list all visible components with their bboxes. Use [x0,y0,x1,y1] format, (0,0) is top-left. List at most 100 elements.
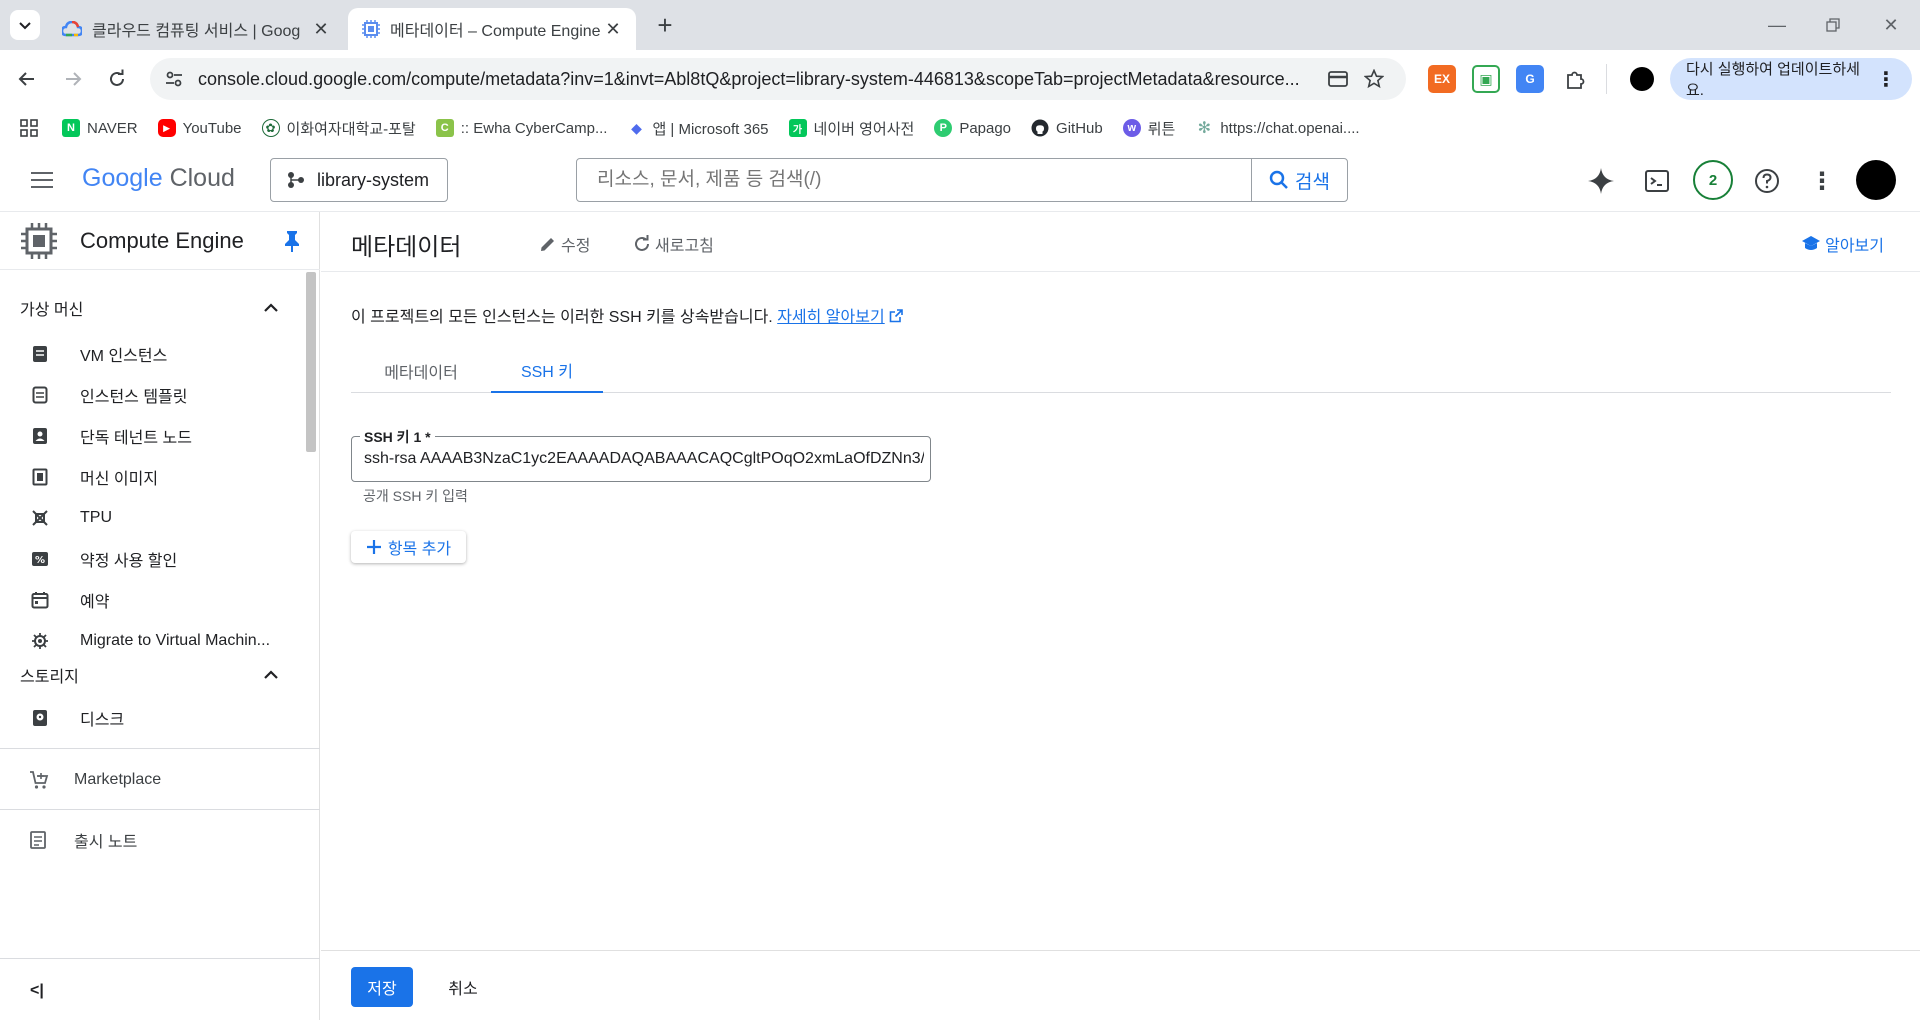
refresh-button[interactable]: 새로고침 [633,232,714,256]
update-button[interactable]: 다시 실행하여 업데이트하세요. ⋮ [1670,58,1912,100]
restore-icon[interactable] [1818,10,1848,40]
extension-translate-icon[interactable]: G [1516,65,1544,93]
sidebar-item-instance-templates[interactable]: 인스턴스 템플릿 [0,375,300,415]
learn-more-label: 자세히 알아보기 [777,309,885,326]
arrow-right-icon [66,72,82,86]
forward-button[interactable] [56,62,90,96]
sidebar-item-disks[interactable]: 디스크 [0,698,300,738]
sidebar-item-marketplace[interactable]: Marketplace [0,755,320,805]
edit-button[interactable]: 수정 [539,232,590,256]
search-input[interactable] [577,159,1251,201]
tab-ssh-keys[interactable]: SSH 키 [491,349,603,393]
learn-more-link[interactable]: 자세히 알아보기 [777,309,885,326]
profile-avatar[interactable] [1630,67,1654,91]
bookmark-youtube[interactable]: ▶ YouTube [157,119,242,137]
logo-google: Google [82,164,163,192]
refresh-icon [635,235,649,251]
bookmark-label: :: Ewha CyberCamp... [460,119,608,137]
sidebar-item-machine-images[interactable]: 머신 이미지 [0,457,300,497]
address-bar[interactable]: console.cloud.google.com/compute/metadat… [150,58,1406,100]
section-storage[interactable]: 스토리지 [20,663,278,687]
new-tab-button[interactable]: + [650,10,680,40]
sidebar-item-release-notes[interactable]: 출시 노트 [0,815,320,865]
sidebar-item-label: 머신 이미지 [80,471,159,488]
tpu-icon [30,508,50,528]
close-icon[interactable]: ✕ [312,19,330,40]
apps-grid-icon [20,119,38,137]
more-vert-icon[interactable]: ⋮ [1803,162,1841,200]
bookmark-label: NAVER [87,119,138,137]
bookmark-papago[interactable]: P Papago [934,119,1011,137]
sidebar-item-sole-tenant-nodes[interactable]: 단독 테넌트 노드 [0,416,300,456]
page-title: 메타데이터 [351,234,462,261]
tab-list-button[interactable] [10,10,40,40]
pin-icon[interactable] [284,230,300,252]
reload-button[interactable] [100,62,134,96]
apps-grid-button[interactable] [20,119,38,137]
account-avatar[interactable] [1856,160,1896,200]
ssh-info-text: 이 프로젝트의 모든 인스턴스는 이러한 SSH 키를 상속받습니다. 자세히 … [351,303,903,327]
ssh-key-input[interactable]: ssh-rsa AAAAB3NzaC1yc2EAAAADAQABAAACAQCg… [364,450,924,468]
release-notes-label: 출시 노트 [74,834,138,851]
ssh-key-field[interactable]: SSH 키 1 * ssh-rsa AAAAB3NzaC1yc2EAAAADAQ… [351,427,931,482]
minimize-icon[interactable]: — [1762,10,1792,40]
main-menu-button[interactable] [26,164,58,196]
cloud-shell-icon[interactable] [1638,162,1676,200]
sidebar-scrollbar[interactable] [306,272,316,452]
tab-label: 메타데이터 [384,365,458,382]
bookmark-label: https://chat.openai.... [1220,119,1360,137]
sidebar-divider [0,748,320,749]
collapse-sidebar-icon[interactable]: <| [30,982,44,1000]
edit-label: 수정 [561,238,591,255]
google-cloud-logo[interactable]: Google Cloud [82,164,235,193]
open-in-new-icon [889,309,903,323]
save-button[interactable]: 저장 [351,967,413,1007]
notifications-badge[interactable]: 2 [1693,160,1733,200]
bookmark-ewha-cybercampus[interactable]: C:: Ewha CyberCamp... [435,119,608,137]
close-icon[interactable]: ✕ [604,19,622,40]
learn-button[interactable]: 알아보기 [1801,232,1884,256]
search-button[interactable]: 검색 [1251,159,1347,201]
openai-icon: ✻ [1195,119,1214,137]
gemini-icon[interactable] [1582,162,1620,200]
committed-use-discount-icon: % [30,549,50,569]
extension-ex-icon[interactable]: EX [1428,65,1456,93]
add-item-button[interactable]: 항목 추가 [351,531,466,563]
bookmark-wrtn[interactable]: w 뤼튼 [1122,118,1175,139]
sidebar-item-reservations[interactable]: 예약 [0,580,300,620]
sidebar-item-vm-instances[interactable]: VM 인스턴스 [0,334,300,374]
sidebar-item-migrate[interactable]: Migrate to Virtual Machin... [0,621,300,661]
project-picker-button[interactable]: library-system [270,158,448,202]
extensions-puzzle-icon[interactable] [1562,65,1590,93]
section-virtual-machines[interactable]: 가상 머신 [20,296,278,320]
tab-metadata[interactable]: 메타데이터 [351,349,491,393]
extension-screen-icon[interactable]: ▣ [1472,65,1500,93]
bookmark-naver-dictionary[interactable]: 가 네이버 영어사전 [788,118,914,139]
back-button[interactable] [10,62,44,96]
bookmark-naver[interactable]: N NAVER [62,119,138,137]
ext-label: EX [1433,72,1450,86]
sidebar-item-label: 인스턴스 템플릿 [80,389,188,406]
search-icon [1269,170,1288,189]
product-name: Compute Engine [80,227,244,253]
help-icon[interactable] [1748,162,1786,200]
papago-icon: P [934,119,953,137]
close-window-icon[interactable]: ✕ [1876,10,1906,40]
bookmark-chatgpt[interactable]: ✻ https://chat.openai.... [1195,119,1360,137]
tab-title: 클라우드 컴퓨팅 서비스 | Goog [92,23,301,40]
site-info-icon[interactable] [164,69,184,89]
bookmark-star-icon[interactable] [1356,61,1392,97]
bookmark-ewha-portal[interactable]: ✿ 이화여자대학교-포탈 [261,118,416,139]
pencil-icon [541,238,554,251]
ssh-key-hint: 공개 SSH 키 입력 [363,488,468,504]
sidebar-item-tpu[interactable]: TPU [0,498,300,538]
console-search: 검색 [576,158,1348,202]
page-header: 메타데이터 수정 새로고침 알아보기 [321,212,1920,272]
browser-tab-cloud[interactable]: 클라우드 컴퓨팅 서비스 | Goog ✕ [48,8,344,50]
browser-tab-metadata[interactable]: 메타데이터 – Compute Engine ✕ [348,8,636,50]
card-icon[interactable] [1320,61,1356,97]
bookmark-github[interactable]: GitHub [1031,119,1103,137]
bookmark-microsoft365[interactable]: ◆ 앱 | Microsoft 365 [627,118,769,139]
cancel-button[interactable]: 취소 [427,967,499,1007]
sidebar-item-committed-use[interactable]: % 약정 사용 할인 [0,539,300,579]
